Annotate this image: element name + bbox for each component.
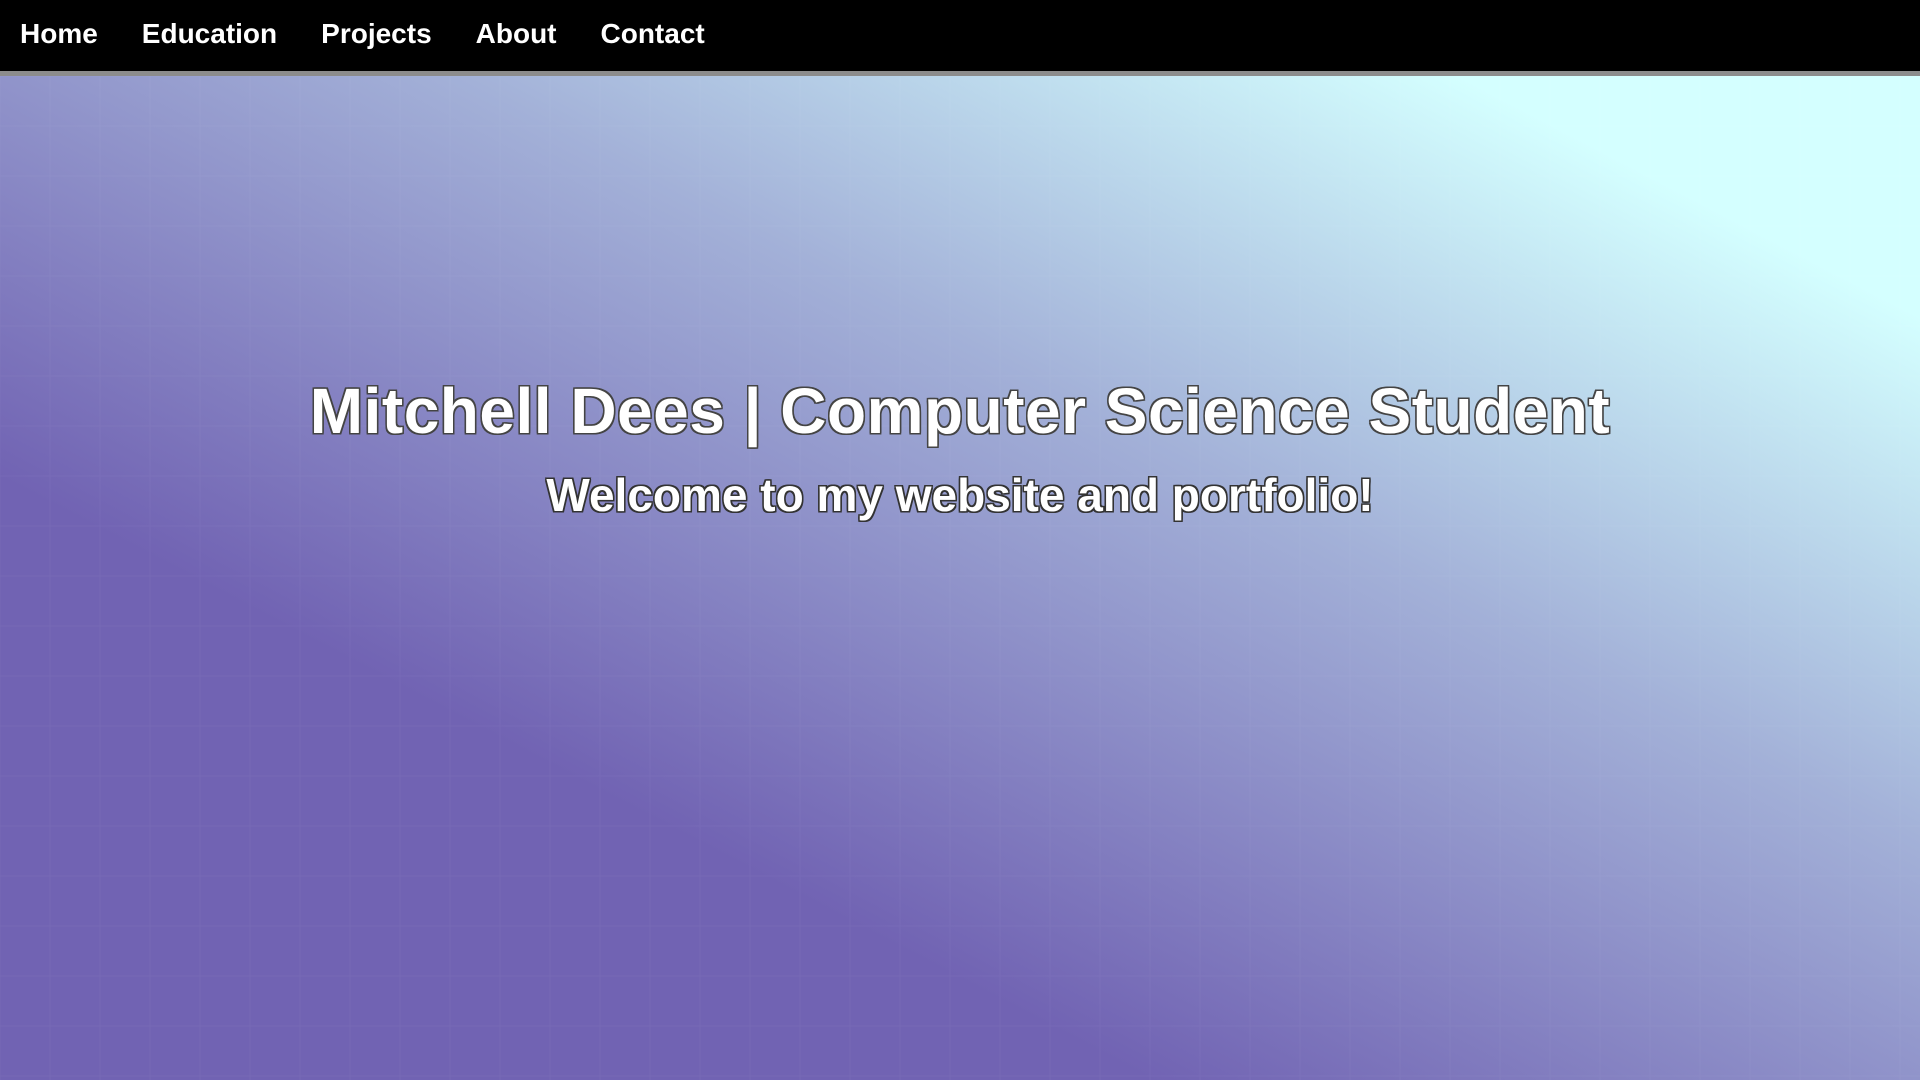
hero-section: Mitchell Dees | Computer Science Student…: [0, 76, 1920, 1080]
nav-link-contact[interactable]: Contact: [581, 18, 725, 54]
page-title: Mitchell Dees | Computer Science Student: [309, 375, 1611, 447]
nav-link-projects[interactable]: Projects: [301, 18, 452, 54]
nav-link-education[interactable]: Education: [122, 18, 297, 54]
hero-background: [0, 76, 1920, 1080]
page-subtitle: Welcome to my website and portfolio!: [546, 469, 1374, 521]
nav-link-about[interactable]: About: [456, 18, 577, 54]
nav-link-home[interactable]: Home: [0, 18, 118, 54]
top-navbar: Home Education Projects About Contact: [0, 0, 1920, 76]
